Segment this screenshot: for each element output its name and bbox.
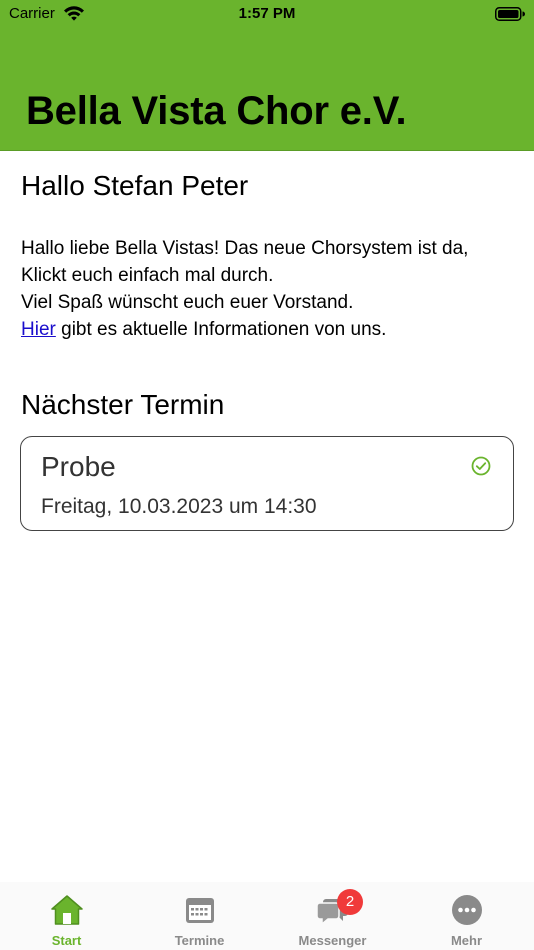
next-event-card[interactable]: Probe Freitag, 10.03.2023 um 14:30 <box>20 436 514 531</box>
app-header: Carrier 1:57 PM Bella Vista Chor e.V. <box>0 0 534 151</box>
tab-mehr[interactable]: Mehr <box>399 882 534 950</box>
more-icon <box>451 895 482 925</box>
info-link[interactable]: Hier <box>21 319 56 340</box>
tab-start[interactable]: Start <box>0 882 133 950</box>
tab-label: Mehr <box>450 933 483 948</box>
event-date: Freitag, 10.03.2023 um 14:30 <box>41 495 317 518</box>
tab-label: Termine <box>174 933 225 948</box>
message-line: Hier gibt es aktuelle Informationen von … <box>21 316 521 343</box>
tab-bar: Start Termine Messenger Mehr <box>0 882 534 950</box>
tab-messenger[interactable]: Messenger <box>266 882 399 950</box>
battery-icon <box>495 7 525 21</box>
tab-label: Start <box>51 933 82 948</box>
clock: 1:57 PM <box>238 5 296 22</box>
welcome-message: Hallo liebe Bella Vistas! Das neue Chors… <box>21 235 521 343</box>
tab-label: Messenger <box>298 933 367 948</box>
calendar-icon <box>185 898 214 923</box>
messenger-badge: 2 <box>337 889 363 915</box>
app-title: Bella Vista Chor e.V. <box>26 89 407 133</box>
greeting-heading: Hallo Stefan Peter <box>21 170 249 201</box>
tab-termine[interactable]: Termine <box>133 882 266 950</box>
message-line: Viel Spaß wünscht euch euer Vorstand. <box>21 292 354 313</box>
message-line-rest: gibt es aktuelle Informationen von uns. <box>55 319 387 340</box>
message-line: Klickt euch einfach mal durch. <box>21 265 274 286</box>
check-circle-icon <box>471 456 491 476</box>
event-title: Probe <box>41 451 116 482</box>
status-bar: Carrier 1:57 PM <box>0 0 534 30</box>
next-event-heading: Nächster Termin <box>21 389 225 420</box>
home-icon <box>50 895 83 925</box>
message-line: Hallo liebe Bella Vistas! Das neue Chors… <box>21 238 469 259</box>
